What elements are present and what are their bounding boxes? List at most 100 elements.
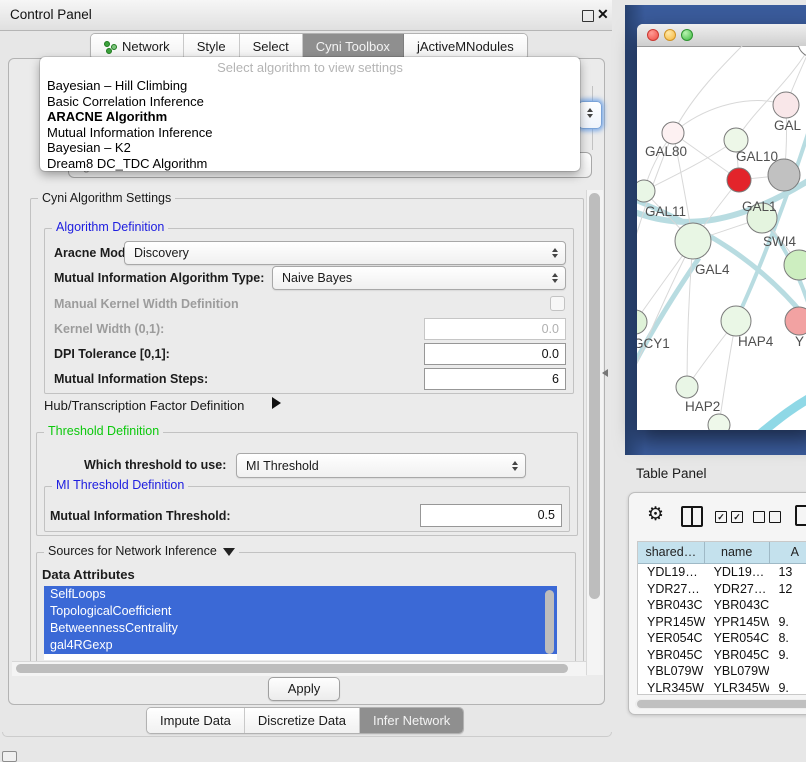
network-node-label: SWI4 (763, 234, 796, 249)
dropdown-item[interactable]: Mutual Information Inference (47, 125, 573, 141)
tab-network[interactable]: Network (91, 34, 184, 59)
tab-jactivemnodules[interactable]: jActiveMNodules (404, 34, 527, 59)
network-node-label: HAP4 (738, 334, 774, 349)
data-attribute-item[interactable]: TopologicalCoefficient (44, 603, 557, 620)
data-attribute-item[interactable]: gal4RGexp (44, 637, 557, 654)
table-function-icon[interactable] (795, 505, 806, 526)
dropdown-item[interactable]: Bayesian – K2 (47, 140, 573, 156)
settings-vscroll-thumb[interactable] (589, 193, 600, 599)
network-canvas[interactable]: GALGAL80GAL10GAL1GAL11SWI4GAL4GCY1HAP4YH… (637, 46, 806, 430)
tab-select[interactable]: Select (240, 34, 303, 59)
table-header-1[interactable]: name (705, 542, 770, 563)
hub-section-expander-icon[interactable] (272, 397, 281, 409)
algorithm-definition-title: Algorithm Definition (52, 221, 168, 234)
table-row[interactable]: YDR27…YDR27…12 (638, 581, 806, 598)
data-attribute-item[interactable]: SelfLoops (44, 586, 557, 603)
network-node-gcy1[interactable] (637, 310, 647, 334)
network-node[interactable] (708, 414, 730, 430)
data-attributes-list[interactable]: SelfLoopsTopologicalCoefficientBetweenne… (44, 586, 557, 660)
table-cell: YPR145W (638, 614, 705, 631)
hub-section-label: Hub/Transcription Factor Definition (44, 398, 244, 413)
network-window-titlebar[interactable] (637, 24, 806, 47)
network-node[interactable] (662, 122, 684, 144)
network-edge (673, 46, 747, 133)
dpi-tolerance-field[interactable]: 0.0 (424, 343, 566, 365)
table-row[interactable]: YPR145WYPR145W9. (638, 614, 806, 631)
network-node-gal4[interactable] (675, 223, 711, 259)
network-node-gal1[interactable] (727, 168, 751, 192)
table-row[interactable]: YER054CYER054C8. (638, 630, 806, 647)
table-row[interactable]: YBR045CYBR045C9. (638, 647, 806, 664)
table-hscroll-thumb[interactable] (637, 700, 806, 708)
mi-threshold-field[interactable]: 0.5 (420, 504, 562, 527)
kernel-width-label: Kernel Width (0,1): (54, 322, 164, 336)
table-cell: YER054C (705, 630, 770, 647)
network-node-hap4[interactable] (721, 306, 751, 336)
network-node-gal11[interactable] (637, 180, 655, 202)
gear-icon[interactable]: ⚙ (647, 503, 664, 526)
network-node-hap2[interactable] (676, 376, 698, 398)
dropdown-item[interactable]: Bayesian – Hill Climbing (47, 78, 573, 94)
table-header-2[interactable]: A (770, 542, 806, 563)
dropdown-item[interactable]: Dream8 DC_TDC Algorithm (47, 156, 573, 172)
deselect-all-checkboxes-icon[interactable] (753, 511, 781, 523)
algorithm-combobox-focused-cap[interactable] (578, 101, 602, 129)
table-row[interactable]: YBL079WYBL079W (638, 663, 806, 680)
network-node-label: Y (795, 334, 804, 349)
select-all-checkboxes-icon[interactable]: ✓✓ (715, 511, 743, 523)
manual-kernel-checkbox (550, 296, 565, 311)
tab-label: Network (122, 39, 170, 54)
settings-hscroll-thumb[interactable] (16, 664, 568, 673)
close-traffic-light[interactable] (647, 29, 659, 41)
network-node-y[interactable] (785, 307, 806, 335)
mi-steps-field[interactable]: 6 (424, 368, 566, 390)
apply-button[interactable]: Apply (268, 677, 340, 701)
mi-threshold-label: Mutual Information Threshold: (50, 509, 231, 523)
minimize-traffic-light[interactable] (664, 29, 676, 41)
mode-tab-discretize-data[interactable]: Discretize Data (245, 708, 360, 733)
split-columns-icon[interactable] (681, 506, 703, 527)
data-attribute-item[interactable]: BetweennessCentrality (44, 620, 557, 637)
which-threshold-combobox[interactable]: MI Threshold (236, 453, 526, 478)
table-panel: ⚙ ✓✓ shared…nameA YDL19…YDL19…13YDR27…YD… (628, 492, 806, 715)
table-cell: 9. (769, 680, 806, 696)
mi-algorithm-type-combobox[interactable]: Naive Bayes (272, 266, 566, 290)
table-row[interactable]: YDL19…YDL19…13 (638, 564, 806, 581)
tab-cyni-toolbox[interactable]: Cyni Toolbox (303, 34, 404, 59)
float-window-icon[interactable] (582, 10, 594, 22)
data-attributes-label: Data Attributes (42, 567, 135, 582)
table-cell (769, 597, 806, 614)
splitter-collapse-arrow[interactable] (602, 369, 608, 377)
zoom-traffic-light[interactable] (681, 29, 693, 41)
table-cell: 8. (769, 630, 806, 647)
table-cell (769, 663, 806, 680)
aracne-mode-value: Discovery (125, 246, 547, 260)
network-edge (687, 241, 693, 387)
collapse-triangle-icon[interactable] (223, 548, 235, 556)
table-row[interactable]: YLR345WYLR345W9. (638, 680, 806, 696)
attributes-list-vscroll-thumb[interactable] (545, 590, 554, 654)
mode-tab-impute-data[interactable]: Impute Data (147, 708, 245, 733)
dropdown-item[interactable]: ARACNE Algorithm (47, 109, 573, 125)
tab-label: jActiveMNodules (417, 39, 514, 54)
table-cell: YDL19… (705, 564, 770, 581)
mi-steps-label: Mutual Information Steps: (54, 372, 208, 386)
table-cell: YPR145W (705, 614, 770, 631)
table-cell: YER054C (638, 630, 705, 647)
table-cell: YBL079W (638, 663, 705, 680)
tab-style[interactable]: Style (184, 34, 240, 59)
network-node-label: HAP2 (685, 399, 720, 414)
mode-tab-infer-network[interactable]: Infer Network (360, 708, 463, 733)
screenshot-root: Control Panel ✕ NetworkStyleSelectCyni T… (0, 0, 806, 762)
table-header-0[interactable]: shared… (638, 542, 705, 563)
table-cell: 12 (769, 581, 806, 598)
network-node-gal[interactable] (773, 92, 799, 118)
aracne-mode-combobox[interactable]: Discovery (124, 241, 566, 265)
table-panel-title: Table Panel (636, 466, 707, 481)
sources-group-title[interactable]: Sources for Network Inference (44, 545, 239, 558)
table-row[interactable]: YBR043CYBR043C (638, 597, 806, 614)
dropdown-item[interactable]: Basic Correlation Inference (47, 94, 573, 110)
close-icon[interactable]: ✕ (597, 6, 609, 23)
dock-panel-icon[interactable] (2, 751, 17, 762)
table-hscroll-track[interactable] (635, 699, 806, 709)
